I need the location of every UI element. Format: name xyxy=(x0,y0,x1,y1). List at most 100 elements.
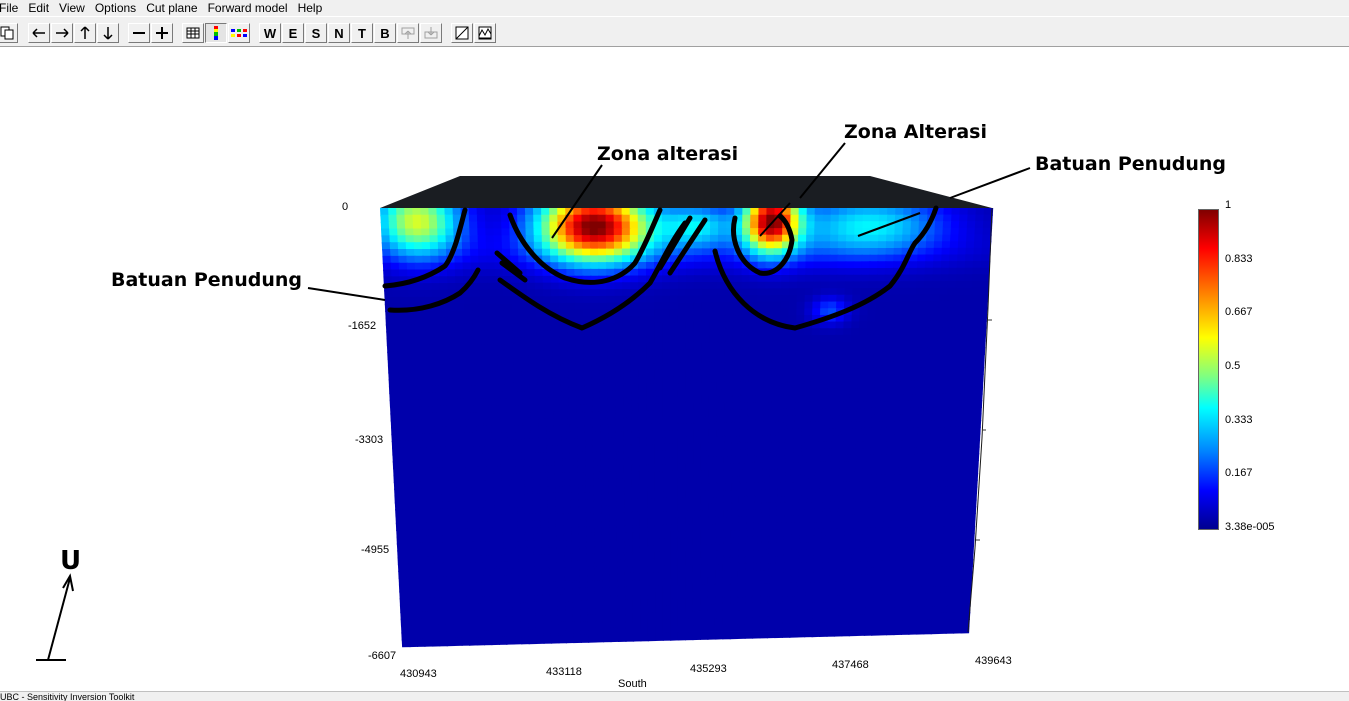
model-cell xyxy=(699,631,709,640)
model-cell xyxy=(588,634,597,643)
model-cell xyxy=(670,632,679,641)
pan-up-button[interactable] xyxy=(74,23,96,43)
arrow-down-icon xyxy=(103,27,113,40)
leader-batuan-penudung-left xyxy=(307,287,386,301)
slice-up-button[interactable] xyxy=(397,23,419,43)
model-cell xyxy=(558,635,567,644)
north-arrow-shaft xyxy=(47,577,71,661)
menu-file[interactable]: File xyxy=(0,1,23,15)
menu-forward-model[interactable]: Forward model xyxy=(203,1,293,15)
pan-down-button[interactable] xyxy=(97,23,119,43)
model-top-face xyxy=(380,176,992,208)
model-cell xyxy=(722,631,731,640)
colorbar-tick-5: 0.167 xyxy=(1225,467,1253,479)
view-east-button[interactable]: E xyxy=(282,23,304,43)
menu-help[interactable]: Help xyxy=(293,1,328,15)
colorbar-tick-0: 1 xyxy=(1225,199,1232,211)
colorbar-tick-1: 0.833 xyxy=(1225,253,1253,265)
easting-tick-4: 439643 xyxy=(975,655,1012,667)
model-cell xyxy=(714,631,724,640)
view-north-button[interactable]: N xyxy=(328,23,350,43)
copy-button[interactable] xyxy=(0,23,18,43)
forward-model-button[interactable] xyxy=(474,23,496,43)
slice-up-icon xyxy=(401,27,415,39)
model-cell xyxy=(640,633,649,642)
menu-view[interactable]: View xyxy=(54,1,90,15)
pan-right-button[interactable] xyxy=(51,23,73,43)
menu-edit[interactable]: Edit xyxy=(23,1,54,15)
model-cell xyxy=(565,635,575,644)
colorbar-horizontal-button[interactable] xyxy=(228,23,250,43)
depth-tick-4: -6607 xyxy=(368,650,397,662)
cut-plane-icon xyxy=(455,26,469,40)
arrow-right-icon xyxy=(56,28,69,38)
zoom-in-button[interactable] xyxy=(151,23,173,43)
label-batuan-penudung-left: Batuan Penudung xyxy=(111,269,302,291)
view-direction-label: South xyxy=(618,678,647,690)
model-cell xyxy=(685,632,694,641)
label-zona-alterasi-2: Zona Alterasi xyxy=(844,121,987,143)
colorbar-tick-6: 3.38e-005 xyxy=(1225,521,1275,533)
colorbar-tick-2: 0.667 xyxy=(1225,306,1253,318)
cut-plane-button[interactable] xyxy=(451,23,473,43)
view-top-button[interactable]: T xyxy=(351,23,373,43)
model-cell xyxy=(677,632,687,641)
label-batuan-penudung-right: Batuan Penudung xyxy=(1035,153,1226,175)
grid-icon xyxy=(186,27,200,39)
model-cell xyxy=(752,630,761,639)
easting-tick-2: 435293 xyxy=(690,663,727,675)
model-cell xyxy=(655,632,664,641)
grid-button[interactable] xyxy=(182,23,204,43)
view-south-button[interactable]: S xyxy=(305,23,327,43)
model-cell xyxy=(804,629,813,638)
model-cell xyxy=(610,633,620,643)
depth-tick-0: 0 xyxy=(342,201,349,213)
model-cell xyxy=(543,635,553,644)
menu-bar: File Edit View Options Cut plane Forward… xyxy=(0,0,1349,16)
colorbar-vertical-icon xyxy=(214,26,218,40)
model-cell xyxy=(692,631,702,641)
zoom-out-button[interactable] xyxy=(128,23,150,43)
menu-cut-plane[interactable]: Cut plane xyxy=(141,1,202,15)
colorbar-horizontal-icon xyxy=(231,29,247,37)
depth-tick-1: -1652 xyxy=(348,320,377,332)
copy-icon xyxy=(0,26,14,40)
arrow-left-icon xyxy=(32,28,45,38)
model-cell xyxy=(662,632,672,641)
model-cell xyxy=(707,631,716,640)
model-cell xyxy=(774,629,784,639)
colorbar-tick-4: 0.333 xyxy=(1225,414,1253,426)
model-view-canvas[interactable]: 0 -1652 -3303 -4955 -6607 430943 433118 … xyxy=(0,48,1349,691)
depth-tick-3: -4955 xyxy=(361,544,390,556)
north-arrow xyxy=(36,573,74,661)
status-text: UBC - Sensitivity Inversion Toolkit xyxy=(0,692,135,701)
colorbar-vertical-button[interactable] xyxy=(205,23,227,43)
model-cell xyxy=(744,630,754,639)
model-cell xyxy=(595,634,605,643)
model-cell xyxy=(603,634,612,643)
view-bottom-button[interactable]: B xyxy=(374,23,396,43)
minus-icon xyxy=(133,32,145,34)
model-cell xyxy=(729,631,739,640)
status-bar: UBC - Sensitivity Inversion Toolkit xyxy=(0,691,1349,701)
colorbar-tick-3: 0.5 xyxy=(1225,360,1241,372)
forward-model-icon xyxy=(478,26,492,40)
model-cell xyxy=(580,634,590,643)
model-cell xyxy=(781,629,791,638)
model-cell xyxy=(759,630,769,639)
view-west-button[interactable]: W xyxy=(259,23,281,43)
arrow-up-icon xyxy=(80,26,90,39)
pan-left-button[interactable] xyxy=(28,23,50,43)
model-cell xyxy=(789,629,798,638)
leader-batuan-penudung-right xyxy=(949,167,1031,199)
easting-tick-0: 430943 xyxy=(400,668,437,680)
colorbar xyxy=(1198,209,1219,530)
menu-options[interactable]: Options xyxy=(90,1,141,15)
easting-tick-3: 437468 xyxy=(832,659,869,671)
model-cell xyxy=(573,634,582,644)
depth-tick-2: -3303 xyxy=(355,434,384,446)
toolbar: W E S N T B xyxy=(0,16,1349,47)
slice-down-button[interactable] xyxy=(420,23,442,43)
model-cell xyxy=(617,633,627,642)
model-cell xyxy=(498,636,508,645)
